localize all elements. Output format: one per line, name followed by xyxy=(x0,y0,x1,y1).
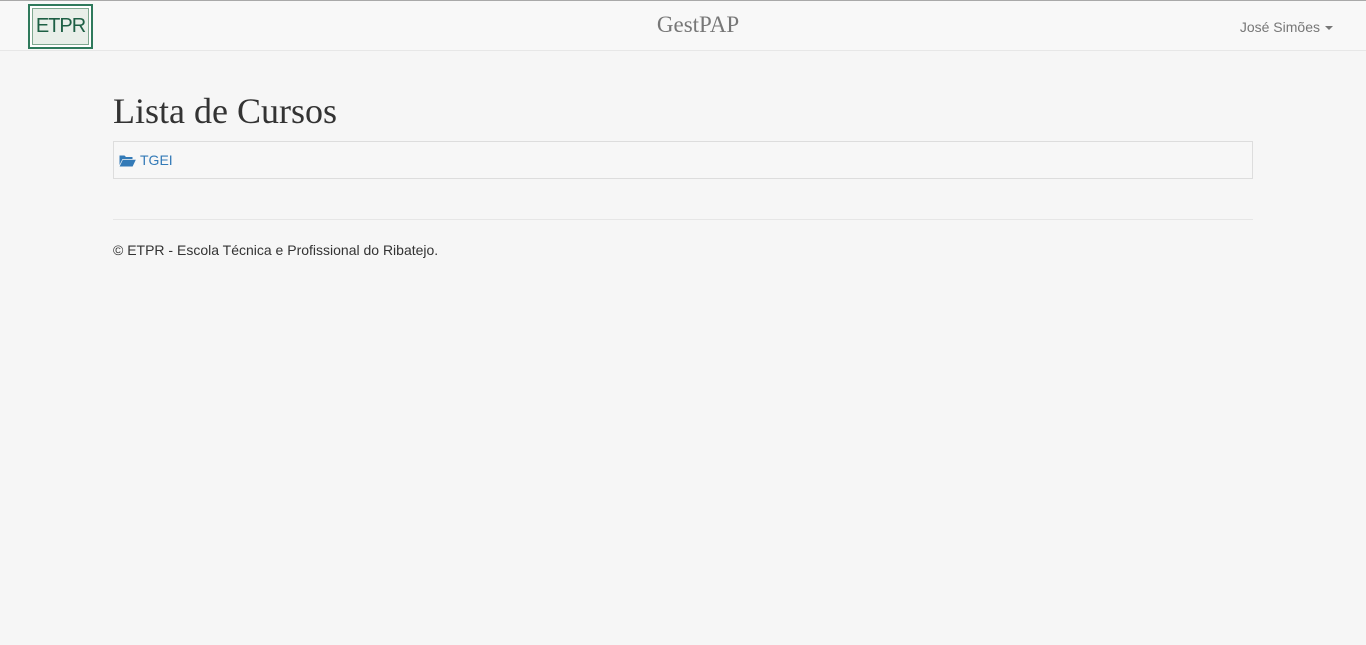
user-menu-dropdown[interactable]: José Simões xyxy=(1240,19,1333,35)
footer-divider xyxy=(113,219,1253,220)
footer-copyright: © ETPR - Escola Técnica e Profissional d… xyxy=(113,242,439,258)
folder-open-icon xyxy=(119,154,136,170)
page-title: Lista de Cursos xyxy=(113,91,337,131)
course-list: TGEI xyxy=(113,141,1253,179)
course-label: TGEI xyxy=(140,152,173,168)
caret-down-icon xyxy=(1325,26,1333,31)
top-navbar: ETPR GestPAP José Simões xyxy=(0,0,1366,51)
course-link-tgei[interactable]: TGEI xyxy=(119,152,173,170)
user-name: José Simões xyxy=(1239,19,1320,35)
brand-title[interactable]: GestPAP xyxy=(0,12,1366,38)
